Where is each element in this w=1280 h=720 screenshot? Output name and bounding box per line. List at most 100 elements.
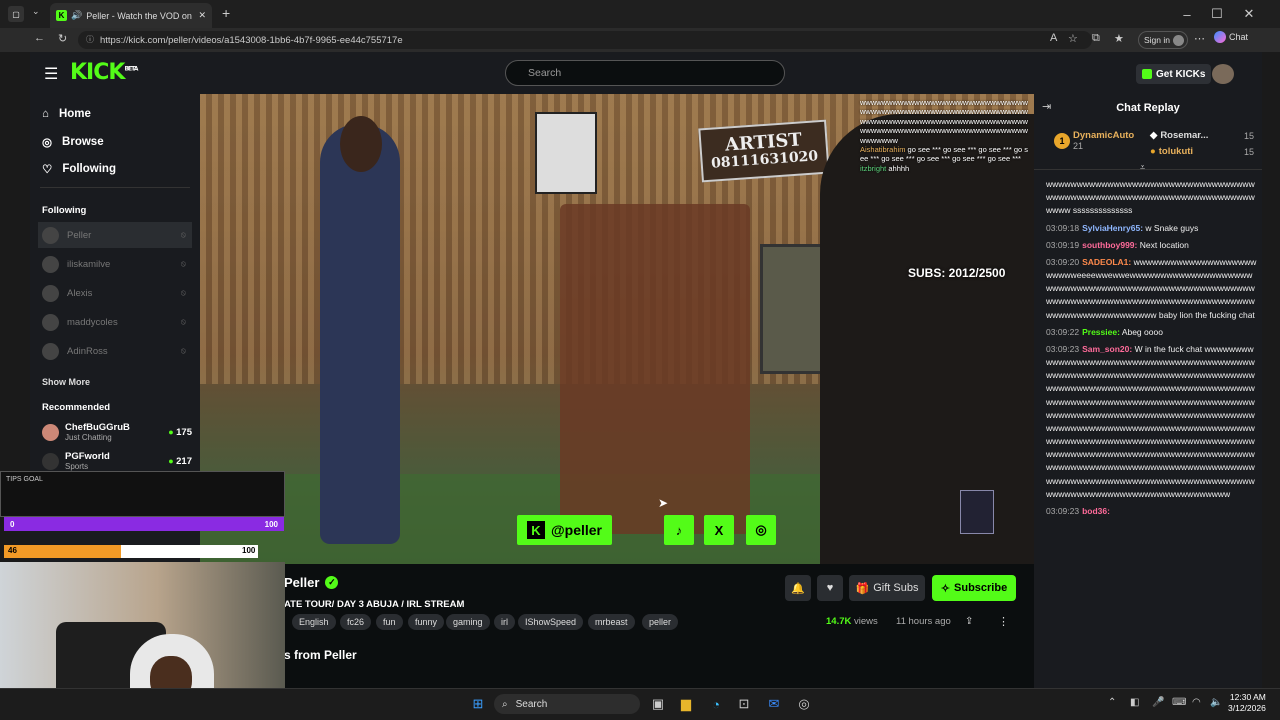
chat-username[interactable]: bod36: — [1082, 506, 1110, 516]
volume-icon[interactable]: 🔈 — [1210, 697, 1222, 708]
hamburger-menu-icon[interactable]: ☰ — [44, 64, 58, 84]
sign-in-button[interactable]: Sign in — [1138, 31, 1188, 49]
compass-icon: ◎ — [42, 137, 53, 149]
video-player[interactable]: ARTIST 08111631020 wwwwwwwwwwwwwwwwwwwwww… — [200, 94, 1034, 564]
chat-message: 03:09:23 bod36: — [1046, 505, 1258, 518]
gift-leaderboard: 1 DynamicAuto 21 ◆ Rosemar... 15 ● tolukuti 15… — [1034, 122, 1262, 173]
more-menu-icon[interactable]: ⋯ — [1194, 32, 1205, 45]
speaker-icon[interactable]: 🔊 — [71, 10, 82, 21]
maximize-button[interactable]: ☐ — [1202, 0, 1232, 28]
tray-app-icon[interactable]: ◧ — [1130, 697, 1139, 708]
kick-k-icon: K — [527, 521, 545, 539]
clock-date: 3/12/2026 — [1228, 703, 1266, 714]
more-options-icon[interactable]: ⋮ — [998, 615, 1009, 628]
overlay-chat-user: Aishatibrahim — [860, 144, 906, 154]
subscribe-button[interactable]: ✧ Subscribe — [932, 575, 1016, 601]
nav-following[interactable]: ♡ Following — [42, 162, 116, 176]
store-icon[interactable]: ⊡ — [734, 694, 754, 714]
artist-sign: ARTIST 08111631020 — [698, 119, 830, 183]
background-desktop-strip-right — [1262, 52, 1280, 688]
kick-logo[interactable]: KICKBETA — [70, 60, 138, 85]
microphone-icon[interactable]: 🎤 — [1152, 697, 1164, 708]
copilot-chat-button[interactable]: Chat — [1214, 31, 1248, 43]
bar1-left: 0 — [10, 519, 15, 529]
profile-icon — [1173, 34, 1184, 46]
user-avatar[interactable] — [1212, 64, 1234, 84]
task-view-icon[interactable]: ▣ — [648, 694, 668, 714]
refresh-icon[interactable]: ↻ — [58, 32, 67, 45]
file-explorer-icon[interactable]: ▆ — [676, 694, 696, 714]
tag[interactable]: mrbeast — [588, 614, 635, 630]
chat-username[interactable]: SylviaHenry65: — [1082, 223, 1143, 233]
tag[interactable]: peller — [642, 614, 679, 630]
chat-username[interactable]: Sam_son20: — [1082, 344, 1132, 354]
person-head — [340, 116, 382, 172]
extensions-icon[interactable]: ⧉ — [1092, 32, 1100, 45]
leader-item[interactable]: 1 DynamicAuto 21 — [1054, 130, 1134, 151]
expand-leaderboard-icon[interactable]: ⩡ — [1140, 162, 1145, 173]
following-item[interactable]: maddycoles ⦸ — [38, 309, 192, 335]
rec-name: PGFworld — [65, 451, 110, 462]
edge-browser-icon[interactable]: ◔ — [706, 694, 726, 714]
tab-list-icon[interactable]: ⌄ — [32, 6, 40, 17]
gift-subs-label: Gift Subs — [873, 582, 919, 594]
app-icon[interactable]: ◎ — [794, 694, 814, 714]
gift-subs-button[interactable]: 🎁 Gift Subs — [849, 575, 925, 601]
back-icon[interactable]: ← — [34, 32, 45, 44]
favorites-icon[interactable]: ★ — [1114, 32, 1124, 45]
share-icon[interactable]: ⇪ — [965, 616, 973, 627]
chat-username[interactable]: SADEOLA1: — [1082, 257, 1131, 267]
tray-overflow-icon[interactable]: ⌃ — [1108, 697, 1116, 708]
nav-home[interactable]: ⌂ Home — [42, 108, 91, 120]
tab-actions-icon[interactable]: ▢ — [8, 6, 24, 22]
favorite-star-icon[interactable]: ☆ — [1068, 32, 1078, 45]
following-item[interactable]: Alexis ⦸ — [38, 280, 192, 306]
following-item[interactable]: iliskamilve ⦸ — [38, 251, 192, 277]
taskbar-search-label: Search — [515, 698, 548, 710]
tag[interactable]: funny — [408, 614, 445, 630]
streamer-name[interactable]: Peller ✓ — [284, 575, 339, 590]
divider — [40, 187, 190, 188]
browser-tab[interactable]: K 🔊 Peller - Watch the VOD on Ki ✕ — [50, 3, 212, 28]
bar1-right: 100 — [264, 519, 278, 529]
chat-username[interactable]: southboy999: — [1082, 240, 1137, 250]
notification-bell-button[interactable]: 🔔 — [785, 575, 811, 601]
wifi-icon[interactable]: ◠ — [1192, 697, 1201, 708]
tag[interactable]: gaming — [446, 614, 490, 630]
chat-username[interactable]: Pressiee: — [1082, 327, 1120, 337]
tag[interactable]: IShowSpeed — [518, 614, 584, 630]
new-tab-button[interactable]: + — [222, 5, 230, 21]
system-clock[interactable]: 12:30 AM 3/12/2026 — [1228, 692, 1266, 714]
recommended-item[interactable]: PGFworld Sports ● 217 — [42, 451, 192, 471]
avatar — [42, 284, 59, 302]
tag[interactable]: English — [292, 614, 336, 630]
url-field[interactable]: https://kick.com/peller/videos/a1543008-… — [78, 31, 1092, 49]
following-item-peller[interactable]: Peller ⦸ — [38, 222, 192, 248]
nav-browse[interactable]: ◎ Browse — [42, 135, 104, 149]
following-name: Peller — [67, 229, 92, 241]
get-kicks-button[interactable]: Get KICKs — [1136, 64, 1212, 84]
star-icon: ✧ — [940, 582, 951, 595]
tag[interactable]: irl — [494, 614, 515, 630]
tag[interactable]: fc26 — [340, 614, 372, 630]
chat-title: Chat Replay — [1116, 102, 1180, 114]
offline-icon: ⦸ — [180, 317, 186, 326]
site-info-icon[interactable]: ⓘ — [86, 34, 94, 45]
close-window-button[interactable]: ✕ — [1234, 0, 1264, 28]
windows-start-icon[interactable]: ⊞ — [468, 694, 488, 714]
show-more-link[interactable]: Show More — [42, 377, 90, 387]
outlook-icon[interactable]: ✉ — [764, 694, 784, 714]
recommended-item[interactable]: ChefBuGGruB Just Chatting ● 175 — [42, 422, 192, 442]
minimize-button[interactable]: – — [1172, 0, 1202, 28]
taskbar-search[interactable]: ⌕ Search — [494, 694, 640, 714]
following-item[interactable]: AdinRoss ⦸ — [38, 338, 192, 364]
leader-item[interactable]: ● tolukuti 15 — [1150, 146, 1254, 157]
person-face — [150, 656, 192, 688]
read-aloud-icon[interactable]: A — [1050, 32, 1057, 44]
keyboard-icon[interactable]: ⌨ — [1172, 697, 1186, 708]
search-input[interactable]: Search — [505, 60, 785, 86]
leader-item[interactable]: ◆ Rosemar... 15 — [1150, 130, 1254, 141]
tag[interactable]: fun — [376, 614, 403, 630]
follow-heart-button[interactable]: ♥ — [817, 575, 843, 601]
close-tab-icon[interactable]: ✕ — [198, 10, 206, 21]
